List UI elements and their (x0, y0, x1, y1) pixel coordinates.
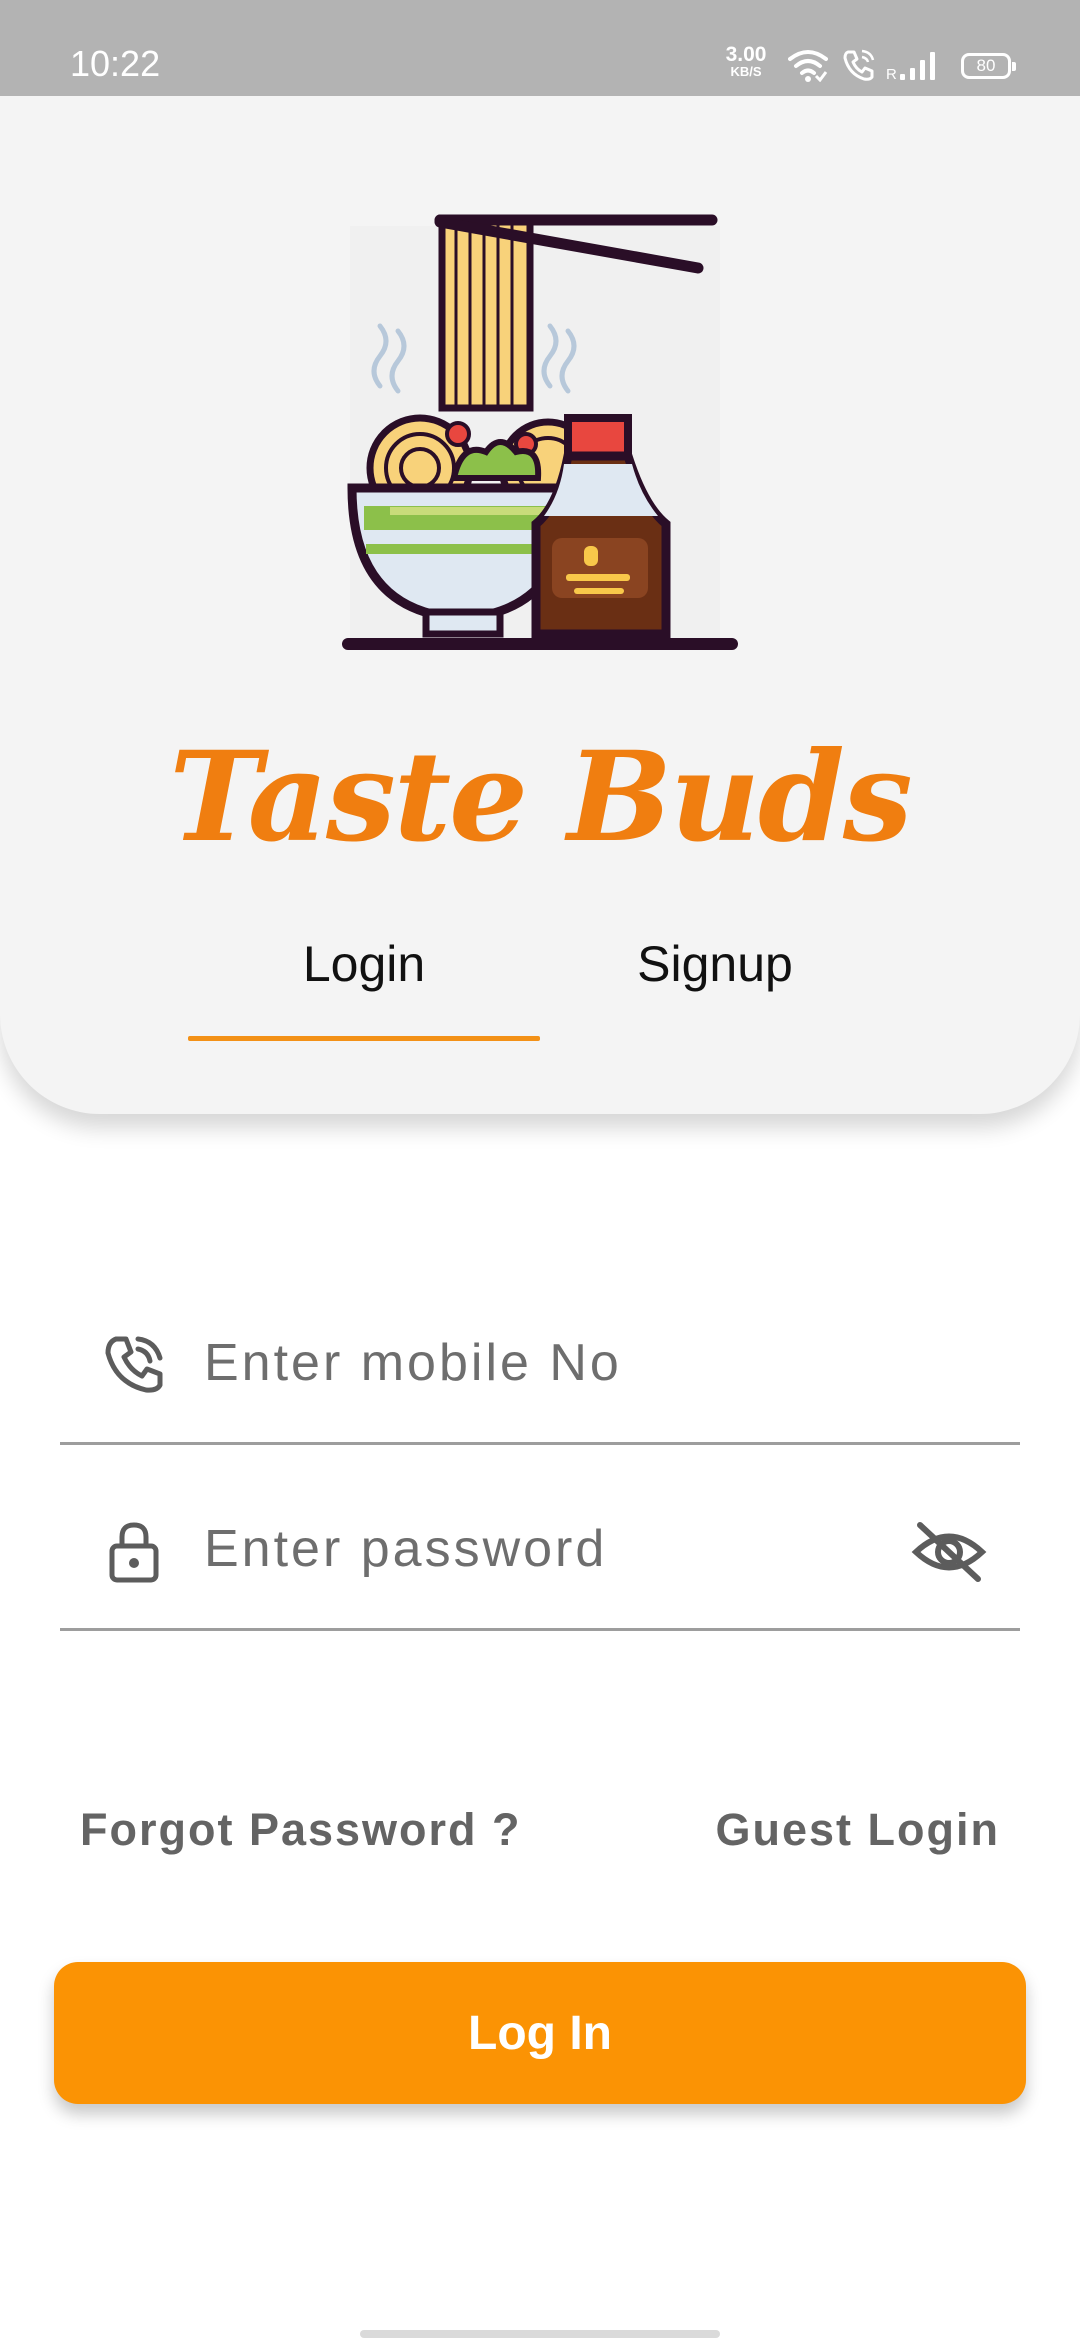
noodle-bowl-soy-sauce-icon (342, 214, 738, 650)
home-indicator (360, 2330, 720, 2338)
network-speed-unit: KB/S (730, 64, 762, 79)
guest-login-link[interactable]: Guest Login (716, 1800, 1001, 1860)
tab-signup[interactable]: Signup (540, 934, 890, 1034)
wifi-icon (788, 50, 828, 82)
mobile-input[interactable] (204, 1323, 924, 1403)
mobile-field (60, 1293, 1020, 1445)
tab-login-label: Login (302, 936, 426, 992)
brand-name: Taste Buds (169, 725, 912, 870)
battery-icon: 80 (961, 53, 1016, 79)
battery-level: 80 (976, 56, 996, 75)
lock-icon (109, 1522, 159, 1583)
forgot-password-link[interactable]: Forgot Password ? (80, 1800, 522, 1860)
phone-icon (105, 1336, 163, 1393)
signal-icon (900, 52, 935, 80)
login-button[interactable]: Log In (54, 1962, 1026, 2104)
tab-login[interactable]: Login (188, 934, 540, 1034)
network-speed: 3.00 KB/S (720, 44, 772, 78)
password-field (60, 1479, 1020, 1631)
header-card: Taste Buds Login Signup (0, 96, 1080, 1114)
status-bar: 10:22 3.00 KB/S R 80 (0, 0, 1080, 96)
wifi-calling-icon (843, 49, 875, 81)
tab-indicator (188, 1036, 540, 1041)
eye-off-icon[interactable] (910, 1519, 988, 1585)
roaming-indicator: R (886, 66, 897, 83)
network-speed-value: 3.00 (725, 43, 767, 66)
password-input[interactable] (204, 1509, 924, 1589)
tab-signup-label: Signup (637, 936, 793, 992)
login-screen: 10:22 3.00 KB/S R 80 Taste Buds Login Si… (0, 0, 1080, 2340)
status-time: 10:22 (70, 43, 161, 84)
